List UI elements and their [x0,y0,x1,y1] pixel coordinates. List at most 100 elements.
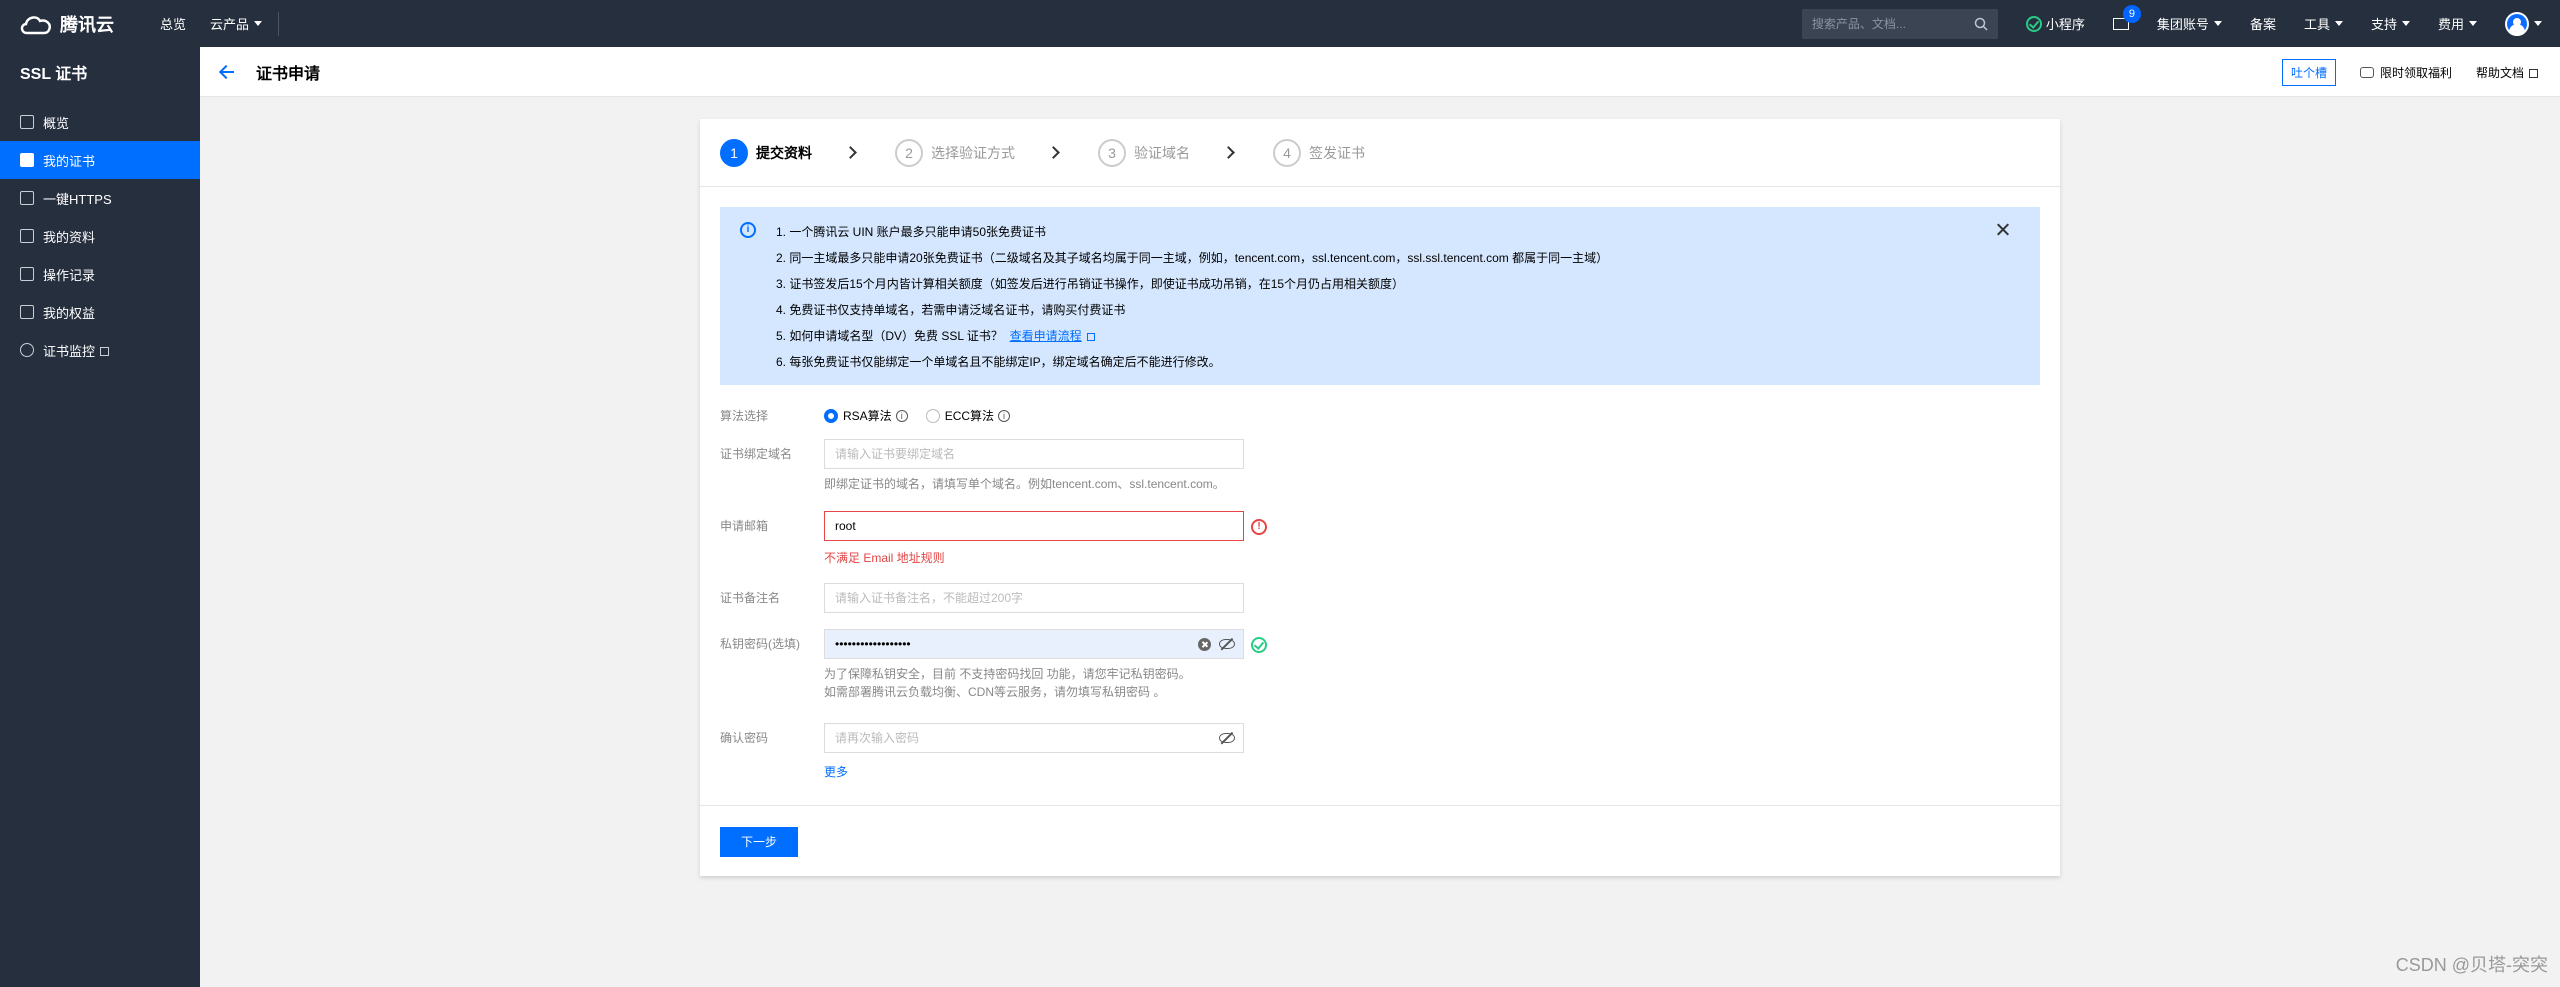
group-account-label: 集团账号 [2156,17,2209,32]
chevron-right-icon [1047,146,1060,159]
step-issue-certificate: 4 签发证书 [1273,138,1365,167]
tools-menu[interactable]: 工具 [2304,14,2343,33]
monitor-gauge-icon [20,343,34,357]
eye-off-icon[interactable] [1219,733,1235,743]
sidebar-item-label: 证书监控 [43,343,96,359]
user-menu[interactable] [2505,11,2542,36]
more-row: 更多 [720,763,848,780]
password-value: •••••••••••••••••• [835,637,911,651]
sidebar-item-my-certificates[interactable]: 我的证书 [0,141,200,179]
divider [278,11,280,36]
domain-field-group: 请输入证书要绑定域名 即绑定证书的域名，请填写单个域名。例如tencent.co… [824,439,1244,493]
watermark: CSDN @贝塔-突突 [2395,955,2548,975]
chevron-down-icon [2334,21,2343,26]
mini-program-link[interactable]: 小程序 [2025,14,2085,33]
billing-label: 费用 [2437,17,2464,32]
confirm-password-input[interactable]: 请再次输入密码 [824,723,1244,753]
sidebar-item-certificate-monitor[interactable]: 证书监控 [0,331,200,369]
chevron-right-icon [1222,146,1235,159]
private-key-password-label: 私钥密码(选填) [720,637,800,651]
password-help-line-1: 为了保障私钥安全，目前 不支持密码找回 功能，请您牢记私钥密码。 [824,667,1191,681]
external-link-icon [2529,69,2538,78]
mini-program-icon [2025,15,2042,32]
document-icon [20,267,34,281]
help-docs-link[interactable]: 帮助文档 [2476,64,2538,81]
top-right-toolbar: 搜索产品、文档... 小程序 9 集团账号 备案 工具 支持 费用 [1801,0,2560,47]
icp-filing-link[interactable]: 备案 [2250,14,2276,33]
algorithm-label: 算法选择 [720,409,769,423]
chevron-down-icon [254,21,263,26]
tencent-cloud-logo[interactable]: 腾讯云 [18,11,136,37]
sidebar-item-overview[interactable]: 概览 [0,103,200,141]
private-key-password-input[interactable]: •••••••••••••••••• [824,629,1267,659]
email-field[interactable]: root! [824,511,1267,541]
group-account-menu[interactable]: 集团账号 [2157,14,2222,33]
sidebar: SSL 证书 概览 我的证书 一键HTTPS 我的资料 操作记录 我的权益 证书… [0,47,200,987]
sliders-icon [20,191,34,205]
notice-list: 1. 一个腾讯云 UIN 账户最多只能申请50张免费证书 2. 同一主域最多只能… [776,219,1608,375]
confirm-password-placeholder: 请再次输入密码 [835,731,920,745]
private-key-password-row: 私钥密码(选填) •••••••••••••••••• 为了保障私钥安全，目前 … [720,629,1267,701]
notice-banner: i 1. 一个腾讯云 UIN 账户最多只能申请50张免费证书 2. 同一主域最多… [720,207,2040,385]
chevron-down-icon [2213,21,2222,26]
more-options-link[interactable]: 更多 [824,763,848,780]
close-icon[interactable] [1996,223,2010,237]
promo-link[interactable]: 限时领取福利 [2359,64,2452,81]
sidebar-title: SSL 证书 [20,66,88,83]
remark-row: 证书备注名 请输入证书备注名，不能超过200字 [720,583,1244,613]
chevron-down-icon [2401,21,2410,26]
folder-icon [20,229,34,243]
info-icon[interactable]: i [998,410,1011,422]
help-docs-label: 帮助文档 [2475,66,2524,80]
certificate-apply-card: 1 提交资料 2 选择验证方式 3 验证域名 4 签发证书 i 1. 一个腾讯云 UIN… [700,119,2060,876]
sidebar-item-label: 一键HTTPS [43,191,112,207]
sidebar-item-one-click-https[interactable]: 一键HTTPS [0,179,200,217]
email-label: 申请邮箱 [720,519,769,533]
info-icon: i [740,222,756,238]
rsa-label: RSA算法 [843,409,892,423]
radio-unchecked-icon [925,409,940,423]
step-number: 1 [720,138,748,167]
domain-input[interactable]: 请输入证书要绑定域名 [824,439,1244,469]
next-step-button[interactable]: 下一步 [720,827,798,857]
ecc-radio[interactable]: ECC算法 i [925,401,1011,431]
step-label: 签发证书 [1309,144,1365,161]
sidebar-item-label: 我的证书 [43,153,96,169]
eye-off-icon[interactable] [1219,639,1235,649]
message-center-button[interactable]: 9 [2112,4,2141,30]
global-search-input[interactable]: 搜索产品、文档... [1801,8,1998,39]
radio-checked-icon [824,409,838,423]
remark-input[interactable]: 请输入证书备注名，不能超过200字 [824,583,1244,613]
notice-item: 6. 每张免费证书仅能绑定一个单域名且不能绑定IP，绑定域名确定后不能进行修改。 [776,355,1221,369]
notice-item-text: 5. 如何申请域名型（DV）免费 SSL 证书？ [776,329,1003,343]
divider [700,805,2060,806]
info-icon[interactable]: i [895,410,908,422]
nav-overview[interactable]: 总览 [160,14,186,33]
brand-name: 腾讯云 [60,14,114,35]
nav-products[interactable]: 云产品 [210,14,263,33]
domain-row: 证书绑定域名 请输入证书要绑定域名 即绑定证书的域名，请填写单个域名。例如ten… [720,439,1244,493]
error-icon: ! [1251,519,1267,535]
confirm-password-row: 确认密码 请再次输入密码 [720,723,1244,753]
notice-item: 4. 免费证书仅支持单域名，若需申请泛域名证书，请购买付费证书 [776,303,1126,317]
support-menu[interactable]: 支持 [2371,14,2410,33]
password-help-line-2: 如需部署腾讯云负载均衡、CDN等云服务，请勿填写私钥密码 。 [824,685,1166,699]
sidebar-item-operation-log[interactable]: 操作记录 [0,255,200,293]
sidebar-item-label: 我的资料 [43,229,96,245]
email-field-group: root! 不满足 Email 地址规则 [824,511,1267,566]
back-arrow-icon[interactable] [218,63,236,81]
feedback-button[interactable]: 吐个槽 [2281,59,2336,86]
rsa-radio[interactable]: RSA算法 i [824,401,908,431]
billing-menu[interactable]: 费用 [2438,14,2477,33]
sidebar-item-my-profile[interactable]: 我的资料 [0,217,200,255]
step-verify-domain: 3 验证域名 [1098,138,1190,167]
step-choose-verification: 2 选择验证方式 [895,138,1015,167]
search-icon[interactable] [1974,17,1988,31]
password-field-group: •••••••••••••••••• 为了保障私钥安全，目前 不支持密码找回 功… [824,629,1267,701]
sidebar-item-my-benefits[interactable]: 我的权益 [0,293,200,331]
chevron-down-icon [2534,21,2542,26]
view-process-link[interactable]: 查看申请流程 [1010,329,1082,343]
external-link-icon [1086,333,1095,341]
clear-icon[interactable] [1198,638,1211,651]
sidebar-item-label: 操作记录 [43,267,96,283]
